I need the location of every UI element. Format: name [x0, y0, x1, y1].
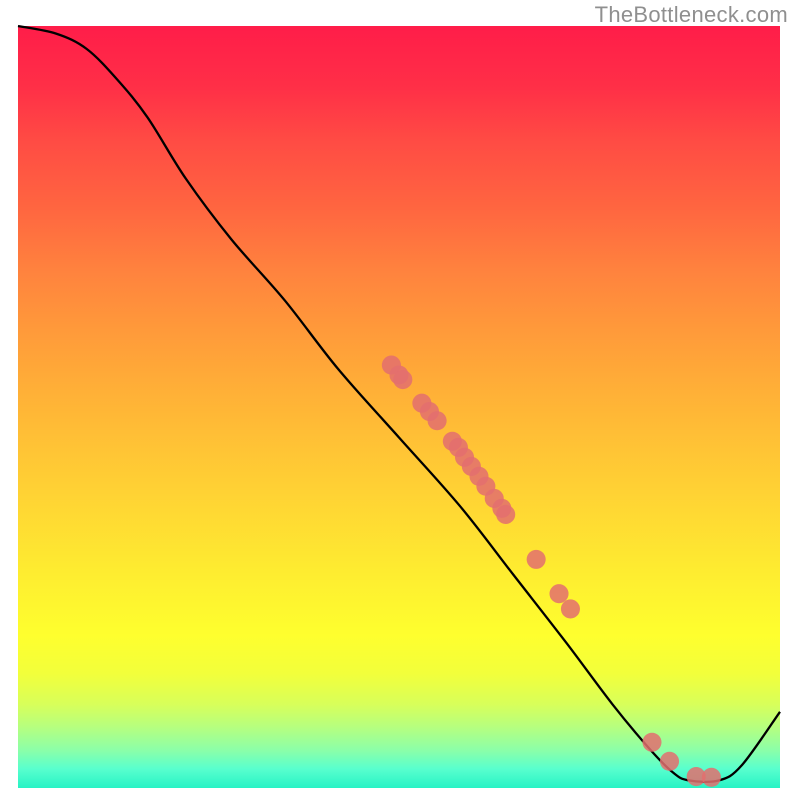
data-marker	[527, 550, 546, 569]
data-marker	[496, 505, 515, 524]
data-marker	[702, 768, 721, 787]
data-marker	[660, 752, 679, 771]
data-marker	[642, 733, 661, 752]
data-marker	[561, 599, 580, 618]
chart-svg	[18, 26, 780, 788]
markers-group	[382, 356, 721, 787]
watermark-text: TheBottleneck.com	[595, 2, 788, 28]
curve-line	[18, 26, 780, 782]
data-marker	[428, 411, 447, 430]
data-marker	[393, 370, 412, 389]
plot-area	[18, 26, 780, 788]
chart-stage: TheBottleneck.com	[0, 0, 800, 800]
data-marker	[549, 584, 568, 603]
